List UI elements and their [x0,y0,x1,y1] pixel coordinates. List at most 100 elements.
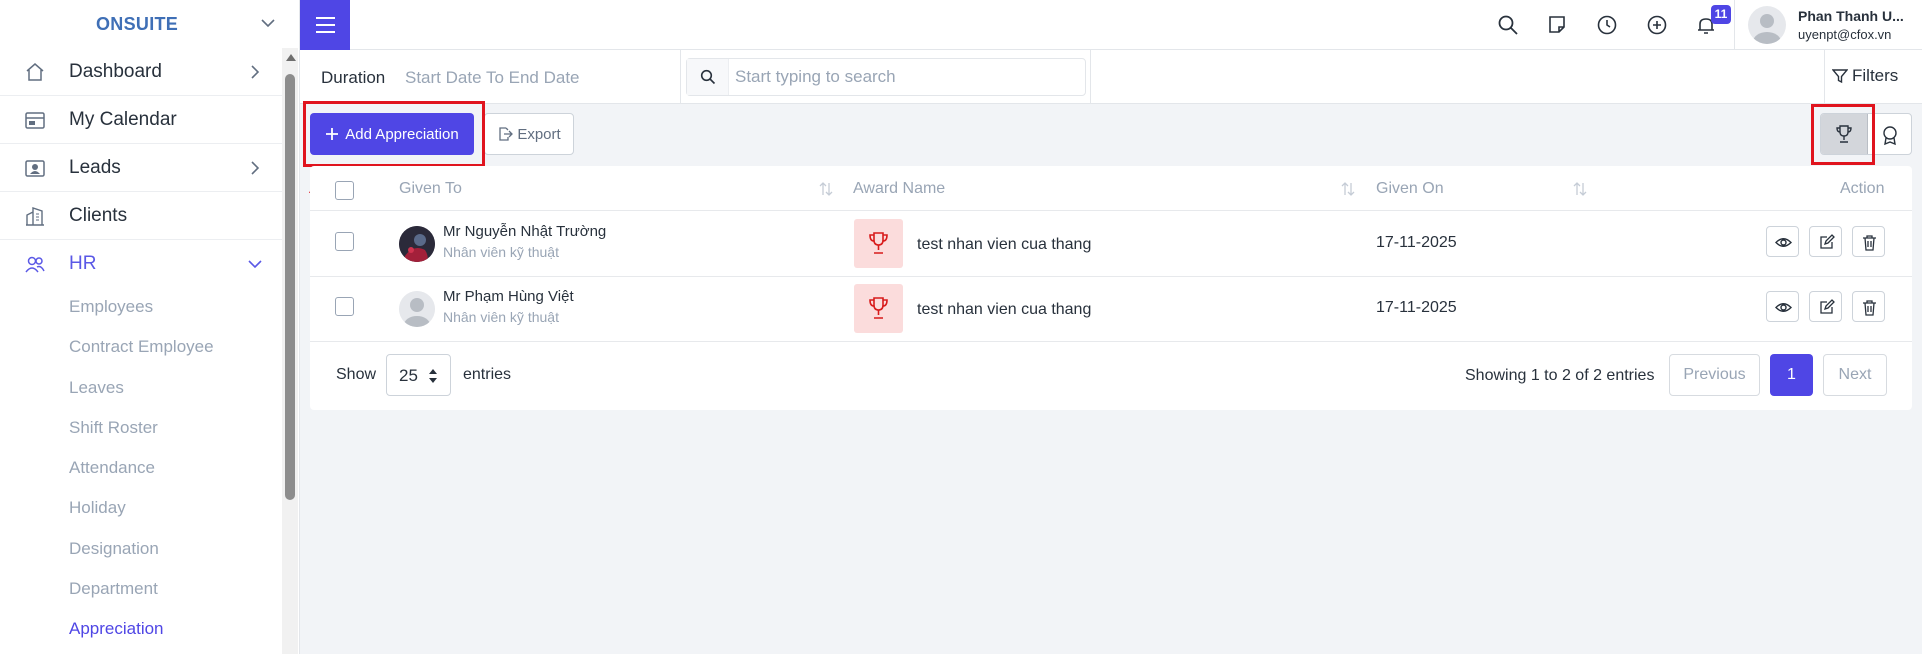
highlight-box-add [303,101,485,167]
award-name: test nhan vien cua thang [917,301,1092,318]
filters-button[interactable]: Filters [1832,66,1898,86]
sidebar-subitem-contract-employee[interactable]: Contract Employee [69,337,214,357]
employee-role: Nhân viên kỹ thuật [443,309,559,325]
export-icon [499,127,514,141]
show-label: Show [336,366,377,383]
sidebar-item-label: Leads [69,156,121,178]
column-header-action: Action [1840,180,1885,197]
edit-icon [1820,299,1835,314]
sidebar-subitem-attendance[interactable]: Attendance [69,458,155,478]
chevron-down-icon[interactable] [259,14,277,32]
brand[interactable]: ONSUITE [0,0,299,48]
page-1-button[interactable]: 1 [1770,354,1813,396]
home-icon [26,63,44,81]
edit-button[interactable] [1809,226,1842,257]
user-email: uyenpt@cfox.vn [1798,27,1892,42]
sidebar-subitem-appreciation[interactable]: Appreciation [69,619,164,639]
eye-icon [1775,238,1792,247]
sidebar-item-label: Dashboard [69,60,162,82]
sidebar-item-hr[interactable]: HR [0,240,282,288]
search-box [686,58,1086,96]
sidebar-menu: Dashboard My Calendar Leads Clients HR [0,48,282,288]
date-range-picker[interactable]: Start Date To End Date [405,68,580,88]
sidebar-item-label: Clients [69,204,128,226]
trash-icon [1863,235,1876,251]
page-size-value: 25 [399,366,418,385]
sort-icon[interactable] [818,181,834,197]
given-on-date: 17-11-2025 [1376,234,1457,251]
next-page-button[interactable]: Next [1823,354,1887,396]
sidebar-subitem-shift-roster[interactable]: Shift Roster [69,418,158,438]
filter-icon [1832,69,1848,84]
chevron-right-icon [251,161,260,175]
calendar-icon [25,112,45,129]
employee-role: Nhân viên kỹ thuật [443,244,559,260]
sidebar-subitem-designation[interactable]: Designation [69,539,159,559]
column-header-award-name[interactable]: Award Name [853,180,945,198]
award-name: test nhan vien cua thang [917,236,1092,253]
pagination-info: Showing 1 to 2 of 2 entries [1465,367,1655,384]
row-checkbox[interactable] [335,232,354,251]
employee-avatar[interactable] [399,291,435,327]
page-size-select[interactable]: 25 [386,354,451,396]
sidebar-item-dashboard[interactable]: Dashboard [0,48,282,96]
sort-icon[interactable] [1572,181,1588,197]
sidebar: ONSUITE Dashboard My Calendar Leads Clie… [0,0,300,654]
add-circle-icon[interactable] [1645,13,1669,37]
user-avatar[interactable] [1748,6,1786,44]
sidebar-subitem-holiday[interactable]: Holiday [69,498,126,518]
edit-icon [1820,234,1835,249]
sidebar-subitem-leaves[interactable]: Leaves [69,378,124,398]
award-icon [1883,126,1897,146]
select-arrows-icon [429,369,437,383]
column-header-given-on[interactable]: Given On [1376,180,1444,198]
row-checkbox[interactable] [335,297,354,316]
highlight-box-view-toggle [1811,104,1875,165]
employee-name[interactable]: Mr Phạm Hùng Việt [443,288,574,305]
filter-bar: Duration Start Date To End Date Filters [300,50,1922,104]
search-input[interactable] [735,59,1075,95]
sticky-note-icon[interactable] [1545,13,1569,37]
trash-icon [1863,300,1876,316]
sidebar-subitem-department[interactable]: Department [69,579,158,599]
delete-button[interactable] [1852,226,1885,257]
sidebar-subitem-employees[interactable]: Employees [69,297,153,317]
delete-button[interactable] [1852,291,1885,322]
award-badge [854,284,903,333]
view-button[interactable] [1766,291,1799,322]
search-icon[interactable] [1496,13,1520,37]
scroll-up-icon[interactable] [286,54,296,61]
chevron-down-icon [248,260,262,269]
export-label: Export [517,125,561,143]
sidebar-item-label: HR [69,253,97,274]
previous-page-button[interactable]: Previous [1669,354,1760,396]
user-name[interactable]: Phan Thanh U... [1798,8,1904,24]
brand-name: ONSUITE [96,13,179,34]
column-header-given-to[interactable]: Given To [399,180,462,198]
sidebar-scrollbar[interactable] [282,48,298,654]
menu-toggle-button[interactable] [300,0,350,50]
employee-name[interactable]: Mr Nguyễn Nhật Trường [443,223,606,240]
chevron-right-icon [251,65,260,79]
building-icon [26,207,44,226]
notification-badge: 11 [1711,5,1731,24]
eye-icon [1775,303,1792,312]
sidebar-item-leads[interactable]: Leads [0,144,282,192]
select-all-checkbox[interactable] [335,181,354,200]
topbar: 11 Phan Thanh U... uyenpt@cfox.vn [300,0,1922,50]
appreciation-table: Given To Award Name Given On Action Mr N… [310,166,1912,410]
export-button[interactable]: Export [484,113,574,155]
given-on-date: 17-11-2025 [1376,299,1457,316]
employee-avatar[interactable] [399,226,435,262]
sort-icon[interactable] [1340,181,1356,197]
view-button[interactable] [1766,226,1799,257]
award-badge [854,219,903,268]
trophy-icon [869,297,888,319]
sidebar-item-label: My Calendar [69,108,177,130]
scrollbar-thumb[interactable] [285,74,295,500]
leads-icon [25,160,45,177]
clock-icon[interactable] [1595,13,1619,37]
sidebar-item-clients[interactable]: Clients [0,192,282,240]
edit-button[interactable] [1809,291,1842,322]
sidebar-item-my-calendar[interactable]: My Calendar [0,96,282,144]
